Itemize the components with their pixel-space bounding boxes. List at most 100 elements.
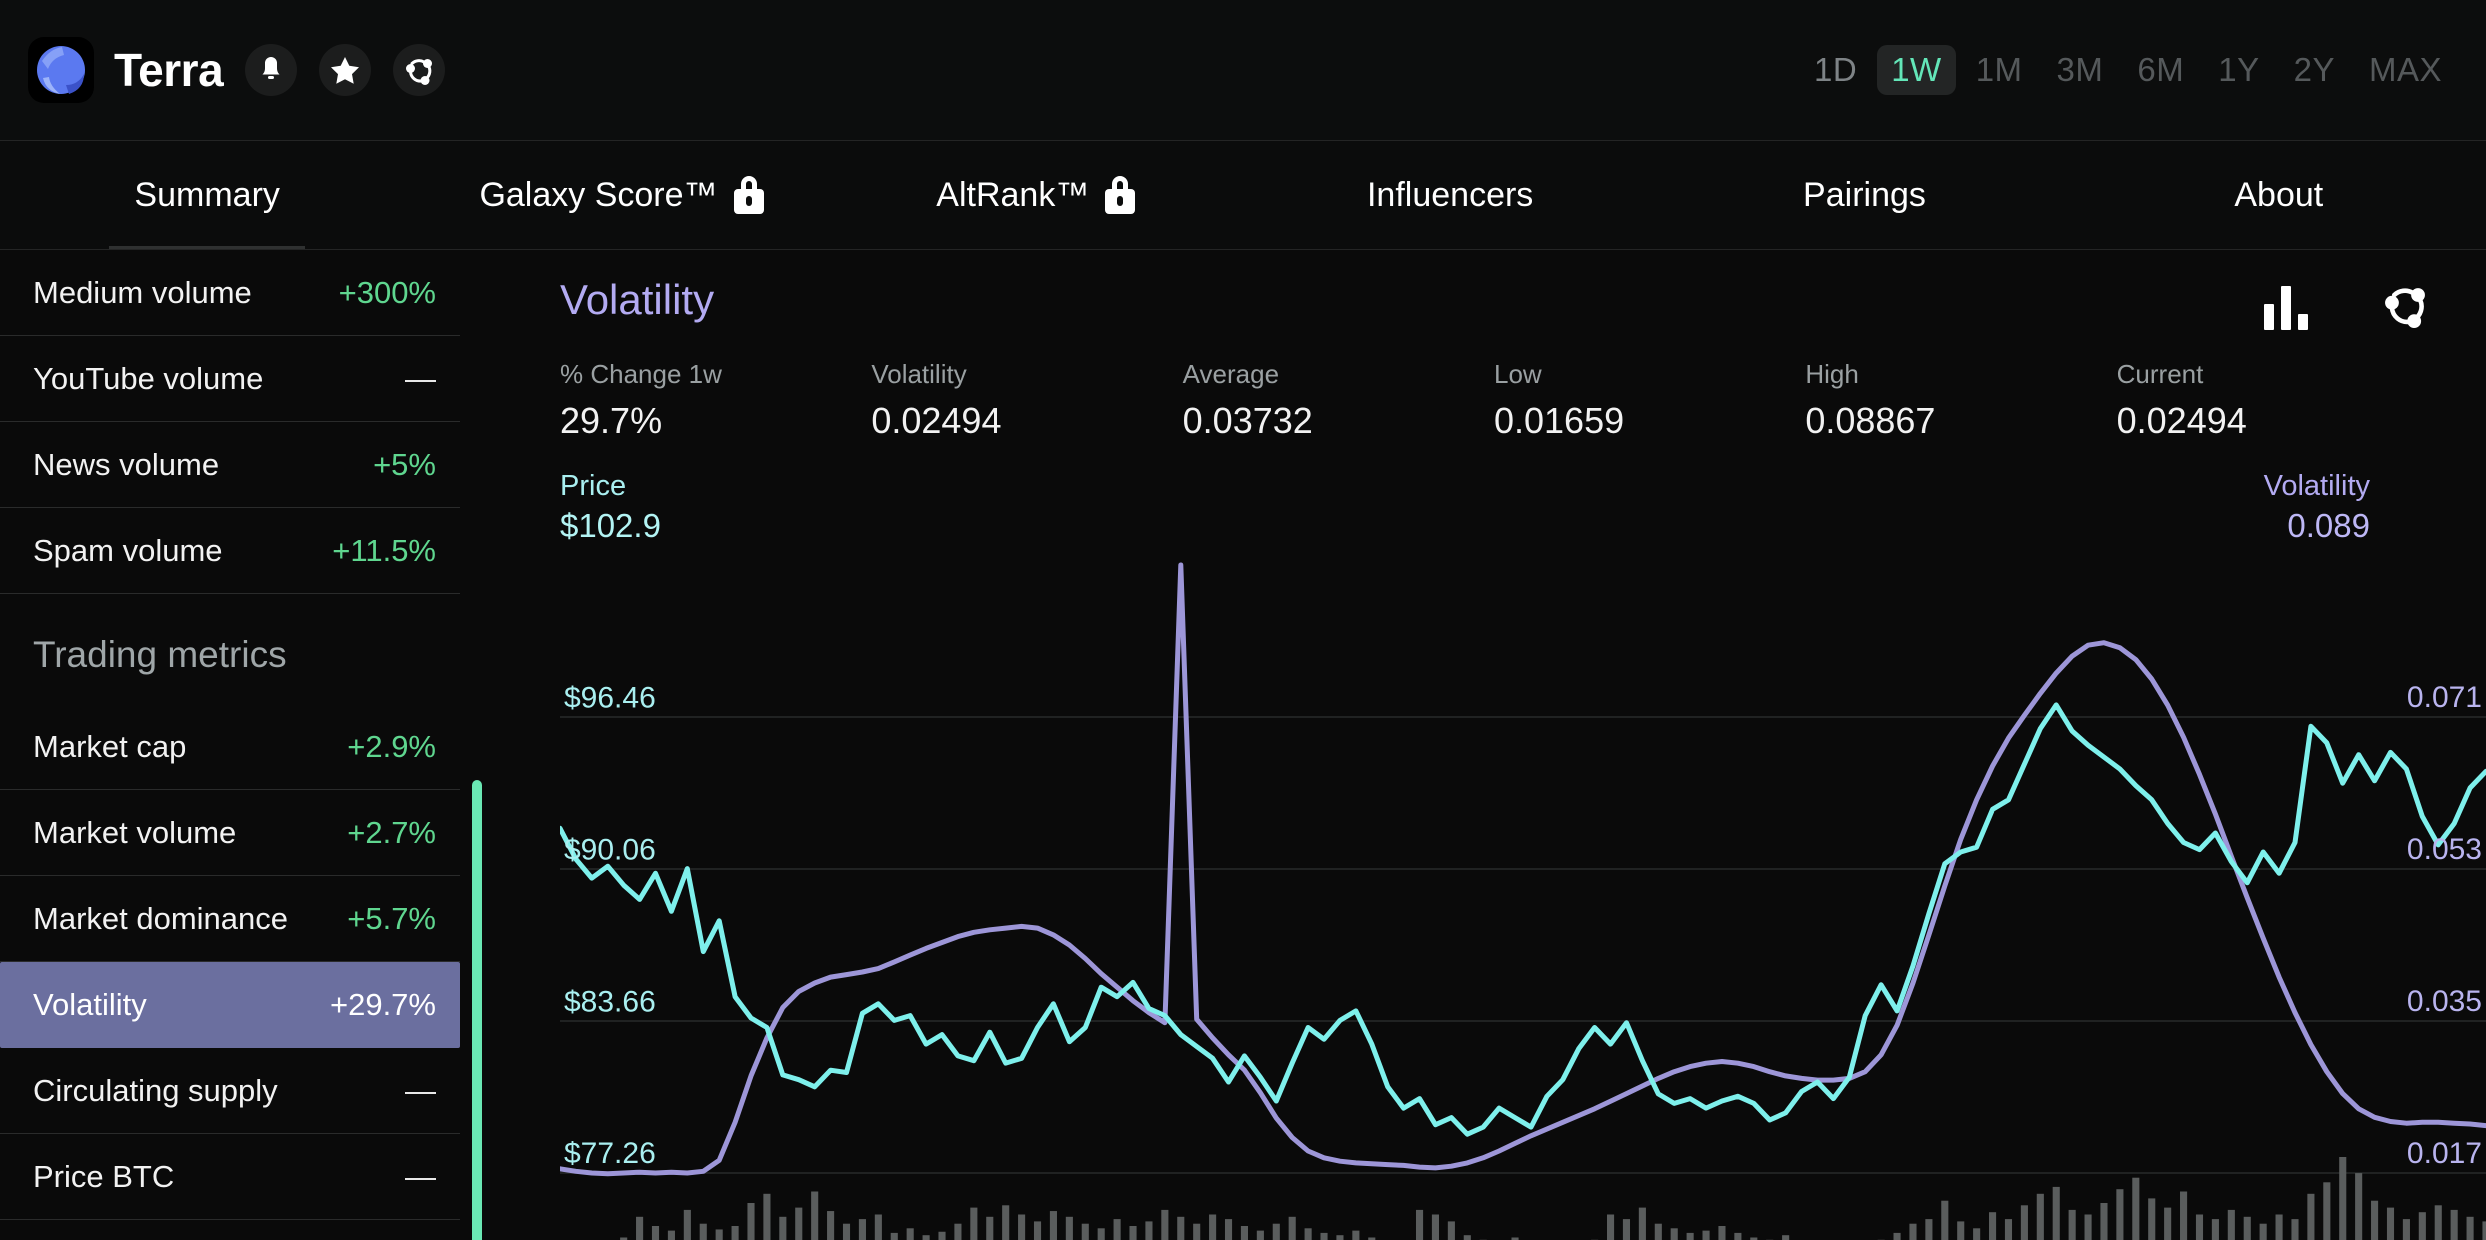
metrics-sidebar: Medium volume +300% YouTube volume — New… (0, 250, 496, 1240)
stat-volatility: Volatility 0.02494 (871, 359, 1182, 442)
stat-high: High 0.08867 (1805, 359, 2116, 442)
terra-globe-icon (28, 37, 94, 103)
metric-label: Market cap (33, 729, 186, 765)
brand-name: Terra (114, 43, 223, 97)
bell-icon[interactable] (245, 44, 297, 96)
top-bar: Terra 1D 1W 1M 3M 6M 1Y 2Y (0, 0, 2486, 140)
stat-label: Volatility (871, 359, 1182, 390)
stat-current: Current 0.02494 (2117, 359, 2428, 442)
right-axis-tick: 0.053 (2407, 833, 2482, 866)
tab-influencers[interactable]: Influencers (1243, 141, 1657, 249)
app-root: Terra 1D 1W 1M 3M 6M 1Y 2Y (0, 0, 2486, 1240)
metric-label: Spam volume (33, 533, 223, 569)
stat-value: 0.08867 (1805, 400, 2116, 442)
metric-label: Market volume (33, 815, 236, 851)
metric-label: Price BTC (33, 1159, 174, 1195)
stat-value: 29.7% (560, 400, 871, 442)
sidebar-scrollbar[interactable] (472, 780, 482, 1240)
legend-volatility: Volatility 0.089 (2264, 470, 2370, 545)
sidebar-item-market-volume[interactable]: Market volume +2.7% (0, 790, 460, 876)
tab-about[interactable]: About (2072, 141, 2486, 249)
range-6m[interactable]: 6M (2123, 45, 2198, 95)
chart-legend: Price $102.9 Volatility 0.089 (560, 470, 2428, 545)
metric-value: — (405, 1073, 436, 1109)
chart-title-row: Volatility (560, 276, 2428, 333)
metric-label: Medium volume (33, 275, 252, 311)
tab-altrank-label: AltRank™ (936, 176, 1089, 215)
metric-value: +29.7% (330, 987, 436, 1023)
lock-icon (734, 176, 764, 214)
sidebar-section-title: Trading metrics (0, 594, 460, 704)
metric-label: YouTube volume (33, 361, 263, 397)
sidebar-scrollbar-thumb[interactable] (472, 780, 482, 1240)
legend-price-value: $102.9 (560, 507, 661, 545)
legend-volatility-value: 0.089 (2264, 507, 2370, 545)
stat-value: 0.01659 (1494, 400, 1805, 442)
chart-svg: $96.46 $90.06 $83.66 $77.26 0.071 0.053 0.035 0… (560, 557, 2486, 1240)
stat-low: Low 0.01659 (1494, 359, 1805, 442)
range-1m[interactable]: 1M (1962, 45, 2037, 95)
sidebar-inner: Medium volume +300% YouTube volume — New… (0, 250, 496, 1220)
chart-tools (2264, 276, 2428, 333)
left-axis-tick: $77.26 (564, 1137, 656, 1170)
left-axis-tick: $90.06 (564, 834, 656, 867)
range-1d[interactable]: 1D (1800, 45, 1871, 95)
body: Medium volume +300% YouTube volume — New… (0, 250, 2486, 1240)
tab-influencers-label: Influencers (1367, 176, 1533, 215)
legend-volatility-label: Volatility (2264, 470, 2370, 503)
tab-pairings[interactable]: Pairings (1657, 141, 2071, 249)
left-axis-tick: $83.66 (564, 985, 656, 1018)
chart-panel: Volatility (496, 250, 2486, 1240)
chart-title: Volatility (560, 276, 714, 324)
right-axis-tick: 0.035 (2407, 985, 2482, 1018)
stat-value: 0.02494 (871, 400, 1182, 442)
sidebar-item-price-btc[interactable]: Price BTC — (0, 1134, 460, 1220)
sidebar-item-youtube-volume[interactable]: YouTube volume — (0, 336, 460, 422)
stat-average: Average 0.03732 (1183, 359, 1494, 442)
sidebar-item-spam-volume[interactable]: Spam volume +11.5% (0, 508, 460, 594)
metric-value: +5.7% (347, 901, 436, 937)
stat-label: High (1805, 359, 2116, 390)
chart-stats: % Change 1w 29.7% Volatility 0.02494 Ave… (560, 359, 2428, 442)
share-network-icon[interactable] (393, 44, 445, 96)
range-3m[interactable]: 3M (2043, 45, 2118, 95)
share-network-icon[interactable] (2382, 282, 2428, 333)
tab-galaxy-score-label: Galaxy Score™ (479, 176, 717, 215)
range-max[interactable]: MAX (2355, 45, 2456, 95)
left-axis-tick: $96.46 (564, 682, 656, 715)
metric-value: +2.7% (347, 815, 436, 851)
sidebar-item-market-cap[interactable]: Market cap +2.9% (0, 704, 460, 790)
brand[interactable]: Terra (28, 37, 223, 103)
sidebar-item-market-dominance[interactable]: Market dominance +5.7% (0, 876, 460, 962)
sidebar-item-medium-volume[interactable]: Medium volume +300% (0, 250, 460, 336)
chart-header: Volatility (560, 250, 2486, 545)
stat-change-1w: % Change 1w 29.7% (560, 359, 871, 442)
bar-chart-icon[interactable] (2264, 286, 2308, 330)
range-1w[interactable]: 1W (1877, 45, 1956, 95)
metric-value: +11.5% (332, 533, 436, 569)
stat-value: 0.02494 (2117, 400, 2428, 442)
sidebar-item-circulating-supply[interactable]: Circulating supply — (0, 1048, 460, 1134)
right-axis-tick: 0.017 (2407, 1137, 2482, 1170)
tab-summary[interactable]: Summary (0, 141, 414, 249)
metric-label: News volume (33, 447, 219, 483)
sidebar-item-volatility[interactable]: Volatility +29.7% (0, 962, 460, 1048)
metric-value: +5% (373, 447, 436, 483)
tab-altrank[interactable]: AltRank™ (829, 141, 1243, 249)
lock-icon (1105, 176, 1135, 214)
range-1y[interactable]: 1Y (2204, 45, 2273, 95)
legend-price: Price $102.9 (560, 470, 661, 545)
metric-value: — (405, 361, 436, 397)
metric-label: Volatility (33, 987, 147, 1023)
chart-plot-area[interactable]: $96.46 $90.06 $83.66 $77.26 0.071 0.053 0.035 0… (560, 557, 2486, 1240)
metric-value: +300% (339, 275, 436, 311)
stat-value: 0.03732 (1183, 400, 1494, 442)
star-icon[interactable] (319, 44, 371, 96)
stat-label: Low (1494, 359, 1805, 390)
range-2y[interactable]: 2Y (2280, 45, 2349, 95)
nav-tabs: Summary Galaxy Score™ AltRank™ Influence… (0, 140, 2486, 250)
metric-value: +2.9% (347, 729, 436, 765)
sidebar-item-news-volume[interactable]: News volume +5% (0, 422, 460, 508)
right-axis-tick: 0.071 (2407, 681, 2482, 714)
tab-galaxy-score[interactable]: Galaxy Score™ (414, 141, 828, 249)
